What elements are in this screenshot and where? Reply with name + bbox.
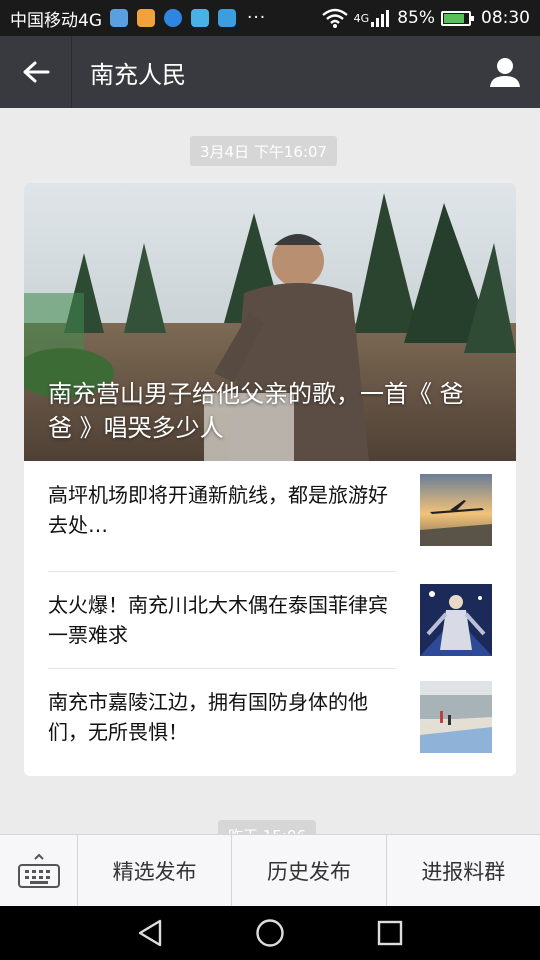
page-title: 南充人民: [90, 60, 186, 89]
battery-percent: 85%: [397, 8, 435, 28]
keyboard-icon: [17, 853, 60, 888]
nav-back-icon[interactable]: [136, 918, 164, 948]
message-feed[interactable]: 3月4日 下午16:07 南充营山男子给他父亲的歌，一首《 爸爸 》唱哭多少人 …: [0, 108, 540, 834]
kugou-app-icon: [164, 9, 182, 27]
game-app-icon: [137, 9, 155, 27]
article-title: 高坪机场即将开通新航线，都是旅游好去处…: [48, 482, 388, 537]
status-bar: 中国移动4G ··· 4G 85% 08:30: [0, 0, 540, 36]
timestamp-chip: 昨天 15:06: [218, 820, 316, 834]
menu-featured-button[interactable]: 精选发布: [78, 835, 233, 907]
person-icon: [490, 58, 520, 87]
network-type-badge: 4G: [353, 11, 370, 25]
timestamp-chip: 3月4日 下午16:07: [190, 136, 338, 166]
more-notifications: ···: [247, 8, 267, 28]
back-button[interactable]: [0, 36, 72, 108]
signal-icon: [371, 10, 390, 27]
puppet-thumbnail: [420, 583, 492, 656]
menu-tipoff-group-button[interactable]: 进报料群: [387, 835, 540, 907]
clock: 08:30: [481, 8, 530, 28]
nav-home-icon[interactable]: [255, 918, 285, 948]
profile-button[interactable]: [470, 36, 540, 108]
title-bar: 南充人民: [0, 36, 540, 108]
calendar-app-icon: [191, 9, 209, 27]
riverside-thumbnail: [420, 680, 492, 753]
weather-app-icon: [110, 9, 128, 27]
article-title: 南充市嘉陵江边，拥有国防身体的他们，无所畏惧！: [48, 689, 368, 744]
hero-article[interactable]: 南充营山男子给他父亲的歌，一首《 爸爸 》唱哭多少人: [24, 183, 516, 461]
wifi-icon: [321, 8, 348, 28]
status-indicators: 4G 85% 08:30: [321, 8, 530, 28]
menu-history-button[interactable]: 历史发布: [232, 835, 387, 907]
carrier-label: 中国移动4G: [10, 10, 102, 31]
keyboard-toggle-button[interactable]: [0, 835, 78, 907]
hero-title: 南充营山男子给他父亲的歌，一首《 爸爸 》唱哭多少人: [48, 380, 464, 442]
airplane-thumbnail: [420, 473, 492, 546]
battery-icon: [441, 10, 474, 26]
bottom-menu: 精选发布 历史发布 进报料群: [0, 834, 540, 907]
article-item-airport[interactable]: 高坪机场即将开通新航线，都是旅游好去处…: [48, 461, 492, 558]
nav-recents-icon[interactable]: [376, 919, 404, 947]
system-nav-bar: [0, 906, 540, 960]
article-title: 太火爆！南充川北大木偶在泰国菲律宾一票难求: [48, 592, 388, 647]
article-item-puppet[interactable]: 太火爆！南充川北大木偶在泰国菲律宾一票难求: [48, 571, 492, 668]
battery-level: [444, 13, 465, 23]
map-app-icon: [218, 9, 236, 27]
article-item-river[interactable]: 南充市嘉陵江边，拥有国防身体的他们，无所畏惧！: [48, 668, 492, 765]
article-card: 南充营山男子给他父亲的歌，一首《 爸爸 》唱哭多少人 高坪机场即将开通新航线，都…: [24, 183, 516, 776]
arrow-left-icon: [23, 61, 49, 83]
